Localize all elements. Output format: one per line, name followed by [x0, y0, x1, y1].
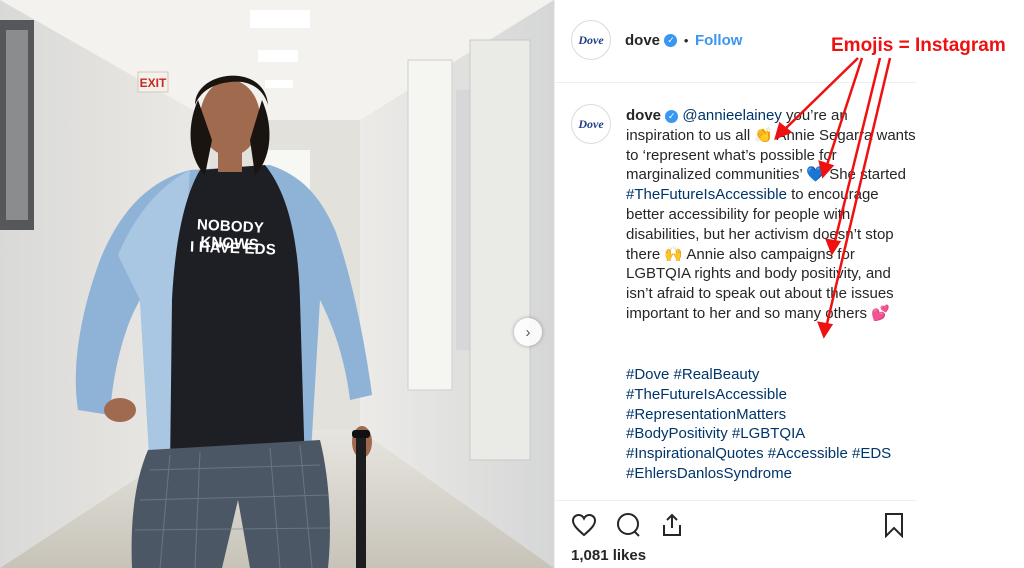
- dove-logo: Dove: [578, 116, 604, 131]
- mention-link[interactable]: @annieelainey: [682, 107, 781, 124]
- actions-divider: [555, 500, 917, 501]
- hashtag-link[interactable]: #LGBTQIA: [732, 425, 805, 442]
- separator-dot: •: [683, 33, 689, 48]
- caption: dove ✓ @annieelainey you’re an inspirati…: [626, 106, 916, 324]
- share-button[interactable]: [659, 512, 685, 538]
- avatar[interactable]: Dove: [571, 20, 611, 60]
- likes-count[interactable]: 1,081 likes: [571, 547, 646, 564]
- photo-scene: EXIT: [0, 0, 554, 568]
- verified-badge-icon: ✓: [664, 34, 678, 48]
- username[interactable]: dove: [625, 32, 660, 49]
- next-photo-button[interactable]: ›: [514, 318, 542, 346]
- hashtag-link[interactable]: #EhlersDanlosSyndrome: [626, 465, 792, 482]
- hashtag-link[interactable]: #RepresentationMatters: [626, 406, 786, 423]
- two-hearts-emoji: 💕: [871, 304, 890, 322]
- like-button[interactable]: [571, 512, 597, 538]
- annotation-label: Emojis = Instagram: [831, 35, 1006, 56]
- save-button[interactable]: [881, 512, 907, 538]
- follow-button[interactable]: Follow: [695, 32, 743, 49]
- comment-icon: [617, 513, 640, 537]
- page-margin: [916, 0, 1024, 568]
- hashtag-link[interactable]: #Accessible: [768, 445, 848, 462]
- raised-hands-emoji: 🙌: [664, 245, 684, 263]
- hashtag-link[interactable]: #BodyPositivity: [626, 425, 728, 442]
- caption-username[interactable]: dove: [626, 107, 661, 124]
- hashtag-block: #Dove #RealBeauty #TheFutureIsAccessible…: [626, 365, 916, 484]
- header-divider: [555, 82, 917, 83]
- comment-button[interactable]: [615, 512, 641, 538]
- hashtag-link[interactable]: #InspirationalQuotes: [626, 445, 764, 462]
- caption-text: She started: [825, 166, 906, 184]
- chevron-right-icon: ›: [525, 323, 531, 341]
- post-photo[interactable]: EXIT NOBODY KNOWS I HAVE EDS ›: [0, 0, 554, 568]
- dove-logo: Dove: [578, 32, 604, 47]
- hashtag-link[interactable]: #TheFutureIsAccessible: [626, 186, 787, 203]
- comment-avatar[interactable]: Dove: [571, 104, 611, 144]
- heart-icon: [571, 513, 597, 537]
- clap-emoji: 👏: [754, 126, 774, 144]
- bookmark-icon: [885, 513, 903, 538]
- exit-sign: EXIT: [140, 76, 167, 90]
- verified-badge-icon: ✓: [665, 109, 679, 123]
- post-header: dove ✓ • Follow: [625, 32, 742, 50]
- hashtag-link[interactable]: #Dove: [626, 366, 669, 383]
- hashtag-link[interactable]: #TheFutureIsAccessible: [626, 386, 787, 403]
- share-icon: [663, 513, 681, 536]
- hashtag-link[interactable]: #RealBeauty: [674, 366, 760, 383]
- hashtag-link[interactable]: #EDS: [852, 445, 891, 462]
- blue-heart-emoji: 💙: [806, 166, 826, 184]
- post-panel: Dove dove ✓ • Follow Dove dove ✓ @anniee…: [554, 0, 917, 568]
